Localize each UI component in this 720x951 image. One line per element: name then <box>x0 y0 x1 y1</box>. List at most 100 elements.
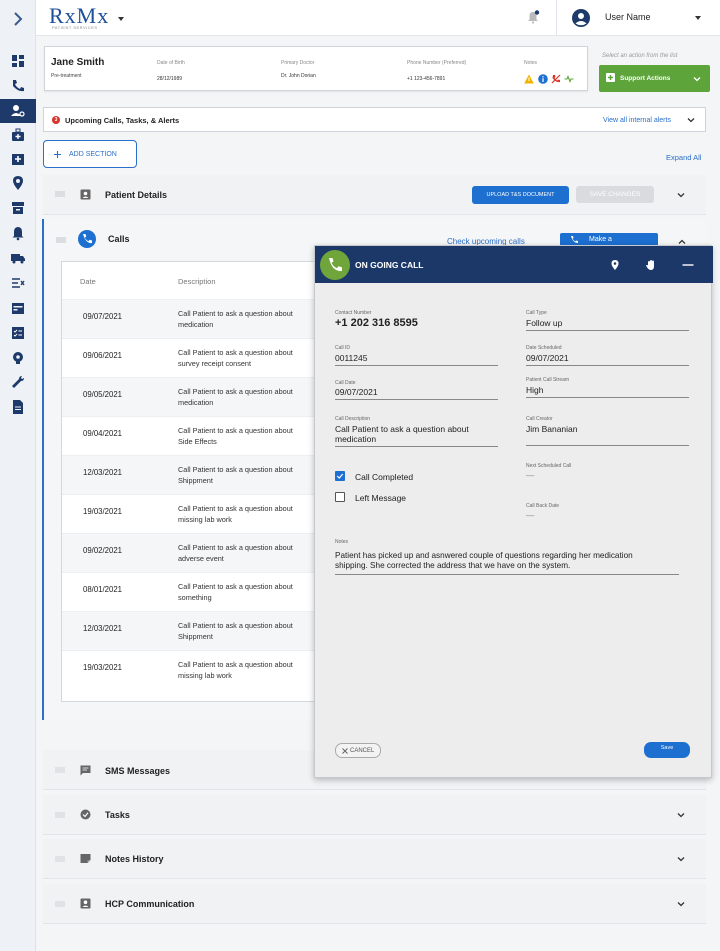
upload-ts-document-button[interactable]: UPLOAD T&S DOCUMENT <box>472 186 569 204</box>
ongoing-call-dialog: ON GOING CALL Contact Number +1 202 316 … <box>314 245 713 778</box>
section-notes-history[interactable]: Notes History <box>43 839 706 879</box>
chevron-down-icon[interactable] <box>677 900 685 908</box>
notifications-bell-icon[interactable] <box>526 10 540 24</box>
insights-icon[interactable] <box>10 350 26 366</box>
medical-bag-icon[interactable] <box>10 127 26 143</box>
phone-icon[interactable] <box>10 78 26 94</box>
doctor-label: Primary Doctor <box>281 60 315 66</box>
user-avatar-icon[interactable] <box>572 9 590 27</box>
upcoming-alerts-bar: 3 Upcoming Calls, Tasks, & Alerts View a… <box>43 107 706 132</box>
expand-nav-icon[interactable] <box>9 10 27 28</box>
column-header-date[interactable]: Date <box>80 277 96 286</box>
call-type-label: Call Type <box>526 310 547 316</box>
chevron-down-icon[interactable] <box>677 811 685 819</box>
chevron-down-icon[interactable] <box>677 855 685 863</box>
dialog-title: ON GOING CALL <box>355 260 424 270</box>
document-icon[interactable] <box>10 399 26 415</box>
row-date: 08/01/2021 <box>83 585 123 594</box>
column-header-description[interactable]: Description <box>178 277 216 286</box>
date-scheduled-field[interactable]: 09/07/2021 <box>526 353 689 366</box>
section-tasks[interactable]: Tasks <box>43 795 706 835</box>
call-stream-field[interactable]: High <box>526 385 689 398</box>
table-row[interactable]: 09/04/2021 Call Patient to ask a question… <box>62 416 334 455</box>
call-back-date-value[interactable]: — <box>526 510 586 522</box>
expand-all-link[interactable]: Expand All <box>666 153 701 162</box>
save-changes-button[interactable]: SAVE CHANGES <box>576 186 654 203</box>
location-pin-icon[interactable] <box>609 259 621 271</box>
table-row[interactable]: 08/01/2021 Call Patient to ask a question… <box>62 572 334 611</box>
close-icon <box>342 748 348 754</box>
location-pin-icon[interactable] <box>10 175 26 191</box>
table-row[interactable]: 09/07/2021 Call Patient to ask a question… <box>62 299 334 338</box>
call-id-field[interactable]: 0011245 <box>335 353 498 366</box>
section-patient-details[interactable]: Patient Details UPLOAD T&S DOCUMENT SAVE… <box>43 175 706 215</box>
table-row[interactable]: 19/03/2021 Call Patient to ask a question… <box>62 650 334 689</box>
drag-handle-icon[interactable] <box>56 237 66 243</box>
support-actions-button[interactable]: Support Actions <box>599 65 710 92</box>
drag-handle-icon[interactable] <box>55 812 65 818</box>
hold-hand-icon[interactable] <box>645 259 657 271</box>
dashboard-icon[interactable] <box>10 53 26 69</box>
patient-search-icon[interactable] <box>10 103 26 119</box>
call-completed-checkbox[interactable] <box>335 471 345 481</box>
table-row[interactable]: 09/06/2021 Call Patient to ask a question… <box>62 338 334 377</box>
app-switcher-caret-icon[interactable] <box>118 17 124 21</box>
checklist-icon[interactable] <box>10 325 26 341</box>
table-row[interactable]: 12/03/2021 Call Patient to ask a question… <box>62 611 334 650</box>
table-row[interactable]: 19/03/2021 Call Patient to ask a question… <box>62 494 334 533</box>
notes-field[interactable]: Patient has picked up and asnwered coupl… <box>335 551 679 575</box>
vitals-icon[interactable] <box>564 74 574 84</box>
table-row[interactable]: 09/02/2021 Call Patient to ask a question… <box>62 533 334 572</box>
drag-handle-icon[interactable] <box>55 191 65 197</box>
row-description-line-2: Side Effects <box>178 436 217 446</box>
user-menu-caret-icon[interactable] <box>695 16 701 20</box>
left-message-label: Left Message <box>355 493 407 503</box>
row-description-line-2: Shippment <box>178 631 213 641</box>
hospital-icon[interactable] <box>10 151 26 167</box>
section-hcp-communication[interactable]: HCP Communication <box>43 884 706 924</box>
info-icon[interactable] <box>538 74 548 84</box>
view-internal-alerts-link[interactable]: View all internal alerts <box>603 117 671 124</box>
chevron-down-icon <box>693 77 701 82</box>
call-description-field[interactable]: Call Patient to ask a question about med… <box>335 424 498 447</box>
support-actions-hint: Select an action from the list <box>602 53 678 59</box>
archive-icon[interactable] <box>10 200 26 216</box>
phone-label: Phone Number (Preferred) <box>407 60 467 66</box>
left-message-checkbox[interactable] <box>335 492 345 502</box>
call-creator-field[interactable]: Jim Bananian <box>526 424 689 446</box>
call-id-label: Call ID <box>335 345 351 351</box>
wrench-icon[interactable] <box>10 374 26 390</box>
no-call-icon[interactable] <box>551 74 561 84</box>
row-description-line-2: survey receipt consent <box>178 358 252 368</box>
row-date: 19/03/2021 <box>83 507 123 516</box>
add-section-button[interactable]: ADD SECTION <box>43 140 137 168</box>
dob-value: 28/12/1989 <box>157 76 183 82</box>
call-date-field[interactable]: 09/07/2021 <box>335 387 498 400</box>
contact-number-value: +1 202 316 8595 <box>335 317 418 329</box>
user-name[interactable]: User Name <box>605 12 651 22</box>
patient-status: Pre-treatment <box>51 73 82 79</box>
drag-handle-icon[interactable] <box>55 901 65 907</box>
call-date-label: Call Date <box>335 380 356 386</box>
row-description-line-1: Call Patient to ask a question about <box>178 543 293 552</box>
call-type-field[interactable]: Follow up <box>526 318 689 331</box>
notes-line-1: Patient has picked up and asnwered coupl… <box>335 551 633 560</box>
row-date: 09/06/2021 <box>83 351 123 360</box>
notification-bell-icon[interactable] <box>10 225 26 241</box>
drag-handle-icon[interactable] <box>55 856 65 862</box>
cancel-button[interactable]: CANCEL <box>335 743 381 758</box>
row-description: Call Patient to ask a question about medi… <box>178 309 334 330</box>
shipping-truck-icon[interactable] <box>10 250 26 266</box>
drag-handle-icon[interactable] <box>55 767 65 773</box>
workflow-icon[interactable] <box>10 275 26 291</box>
table-row[interactable]: 09/05/2021 Call Patient to ask a question… <box>62 377 334 416</box>
row-description-line-1: Call Patient to ask a question about <box>178 426 293 435</box>
chevron-down-icon[interactable] <box>687 116 695 124</box>
warning-icon[interactable] <box>524 74 534 84</box>
save-button[interactable]: Save <box>644 742 690 758</box>
table-row[interactable]: 12/03/2021 Call Patient to ask a question… <box>62 455 334 494</box>
minimize-icon[interactable] <box>682 259 694 271</box>
chevron-down-icon[interactable] <box>677 191 685 199</box>
calendar-icon[interactable] <box>10 300 26 316</box>
dialog-header: ON GOING CALL <box>315 246 713 283</box>
